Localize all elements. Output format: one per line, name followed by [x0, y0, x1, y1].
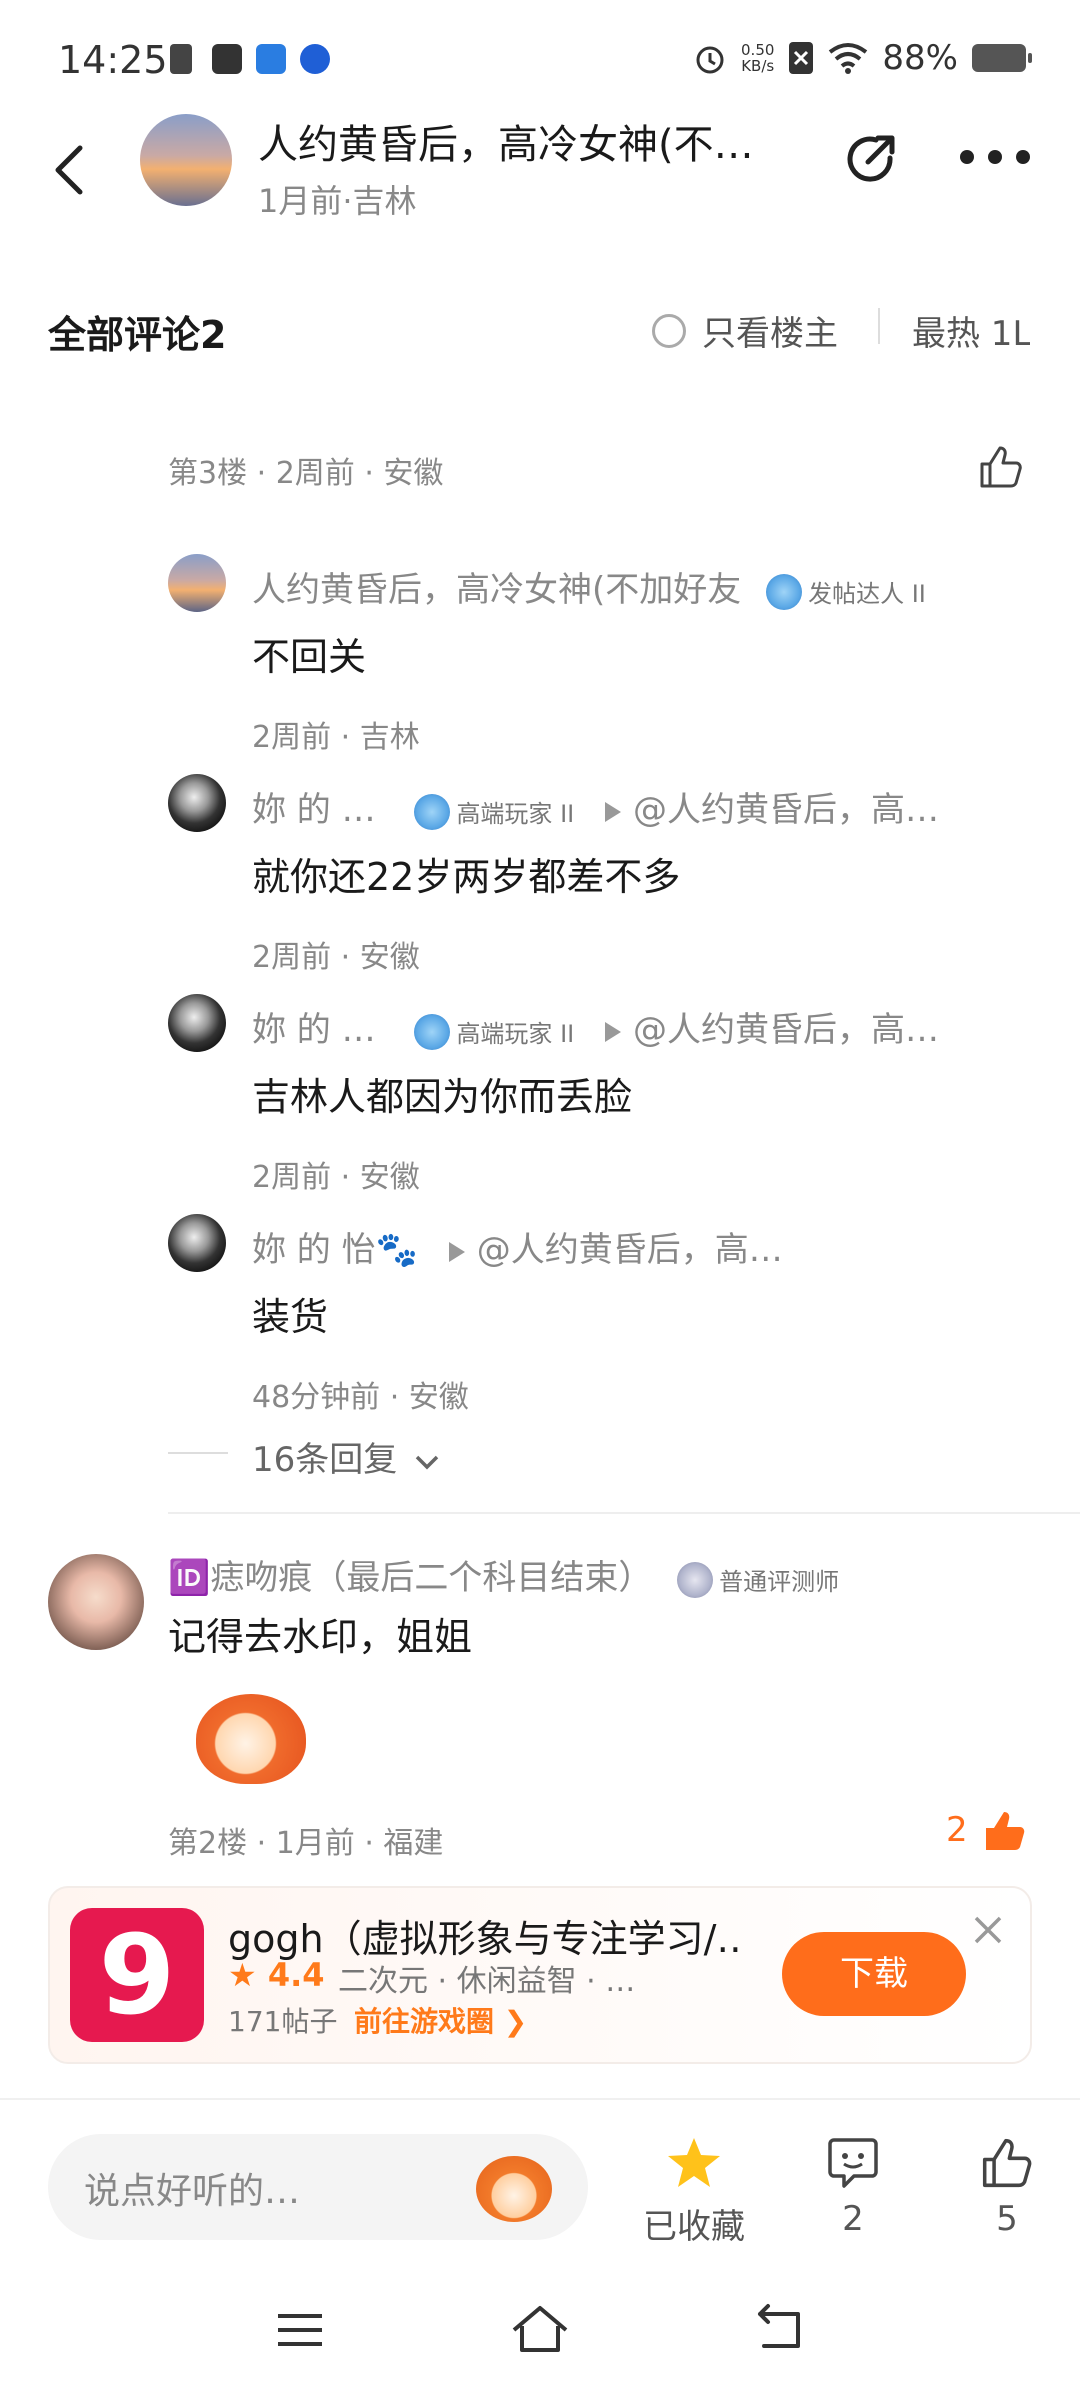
star-icon [668, 2138, 720, 2187]
thumbs-up-icon[interactable] [978, 444, 1024, 490]
reply-text: 装货 [252, 1295, 329, 1339]
user-badge: 普通评测师 [677, 1561, 839, 1598]
reply-text: 吉林人都因为你而丢脸 [252, 1075, 633, 1119]
baidu-notification-icon [300, 44, 330, 74]
reply-meta: 48分钟前 · 安徽 [252, 1380, 469, 1415]
home-nav-icon[interactable] [510, 2300, 570, 2360]
thumbs-up-filled-icon[interactable] [982, 1808, 1028, 1854]
radio-icon[interactable] [652, 313, 686, 348]
app-notification-icon [170, 44, 192, 74]
status-right: 0.50 KB/s 88% [693, 38, 1032, 78]
battery-percent: 88% [882, 38, 958, 78]
share-icon[interactable] [840, 128, 904, 192]
battery-icon [972, 44, 1032, 72]
back-arrow-icon[interactable] [50, 140, 90, 200]
sticker-emoji [196, 1694, 306, 1784]
comment-input-placeholder[interactable]: 说点好听的… [84, 2162, 300, 2214]
post-time-location: 1月前·吉林 [258, 182, 417, 220]
status-bar: 14:25 0.50 KB/s 88% [0, 0, 1080, 120]
commenter-name[interactable]: 🆔痣吻痕（最后二个科目结束） 普通评测师 [168, 1550, 839, 1599]
reply-text: 不回关 [252, 635, 367, 679]
reply-arrow-icon [605, 801, 622, 822]
user-badge: 发帖达人 II [766, 573, 926, 610]
badge-icon [766, 573, 803, 610]
chevron-down-icon [415, 1455, 439, 1469]
author-avatar[interactable] [140, 114, 232, 206]
reply-author[interactable]: 妳 的 怡🐾 @人约黄昏后，高… [252, 1222, 783, 1271]
reply-text: 就你还22岁两岁都差不多 [252, 855, 681, 899]
back-nav-icon[interactable] [750, 2300, 810, 2360]
like-count: 2 [946, 1810, 968, 1850]
reply-avatar[interactable] [168, 1214, 226, 1272]
reply-author[interactable]: 人约黄昏后，高冷女神(不加好友 发帖达人 II [252, 562, 926, 611]
emoji-picker-icon[interactable] [476, 2156, 552, 2222]
download-button[interactable]: 下载 [782, 1932, 966, 2016]
badge-icon [414, 1013, 451, 1050]
reply-meta: 2周前 · 安徽 [252, 940, 420, 975]
more-replies-button[interactable]: 16条回复 [252, 1432, 440, 1481]
reply-author[interactable]: 妳 的 … 高端玩家 II @人约黄昏后，高… [252, 782, 939, 831]
game-circle-link[interactable]: 前往游戏圈 ❯ [354, 2000, 527, 2040]
user-badge: 高端玩家 II [414, 1013, 574, 1050]
cloud-notification-icon [256, 44, 286, 74]
wifi-icon [829, 43, 868, 74]
game-app-icon[interactable]: 9 [70, 1908, 204, 2042]
commenter-avatar[interactable] [48, 1554, 144, 1650]
more-options-icon[interactable] [960, 150, 1030, 170]
ad-tags: 二次元 · 休闲益智 · … [338, 1964, 636, 1999]
comment-button[interactable]: 2 [808, 2136, 898, 2239]
badge-icon [677, 1561, 714, 1598]
reply-avatar[interactable] [168, 554, 226, 612]
menu-nav-icon[interactable] [270, 2300, 330, 2360]
network-speed: 0.50 KB/s [741, 41, 775, 75]
close-icon[interactable] [970, 1912, 1006, 1948]
comment-text: 记得去水印，姐姐 [168, 1615, 473, 1659]
thumbs-up-icon [982, 2138, 1032, 2188]
favorite-button[interactable]: 已收藏 [634, 2136, 754, 2248]
floor3-meta: 第3楼 · 2周前 · 安徽 [168, 456, 444, 491]
op-only-toggle[interactable]: 只看楼主 [652, 306, 838, 355]
status-time: 14:25 [58, 38, 168, 82]
reply-avatar[interactable] [168, 774, 226, 832]
badge-icon [414, 793, 451, 830]
comment-meta: 第2楼 · 1月前 · 福建 [168, 1826, 444, 1861]
comment-bubble-icon [828, 2138, 878, 2188]
post-author-title[interactable]: 人约黄昏后，高冷女神(不… [258, 112, 798, 170]
ad-title[interactable]: gogh（虚拟形象与专注学习/… [228, 1908, 738, 1963]
ad-rating: ★ 4.4 [228, 1956, 325, 1994]
no-sim-icon [789, 42, 814, 74]
reply-arrow-icon [448, 1241, 465, 1262]
reply-avatar[interactable] [168, 994, 226, 1052]
reply-meta: 2周前 · 吉林 [252, 720, 420, 755]
reply-meta: 2周前 · 安徽 [252, 1160, 420, 1195]
user-badge: 高端玩家 II [414, 793, 574, 830]
divider [168, 1512, 1080, 1514]
ad-post-count: 171帖子 [228, 2005, 338, 2038]
alarm-icon [696, 46, 724, 74]
like-button[interactable]: 5 [962, 2136, 1052, 2239]
divider [878, 308, 880, 344]
divider [168, 1452, 228, 1454]
reply-author[interactable]: 妳 的 … 高端玩家 II @人约黄昏后，高… [252, 1002, 939, 1051]
all-comments-title: 全部评论2 [48, 313, 227, 357]
game-notification-icon [212, 44, 242, 74]
reply-arrow-icon [605, 1021, 622, 1042]
sort-selector[interactable]: 最热 1L [912, 306, 1030, 355]
